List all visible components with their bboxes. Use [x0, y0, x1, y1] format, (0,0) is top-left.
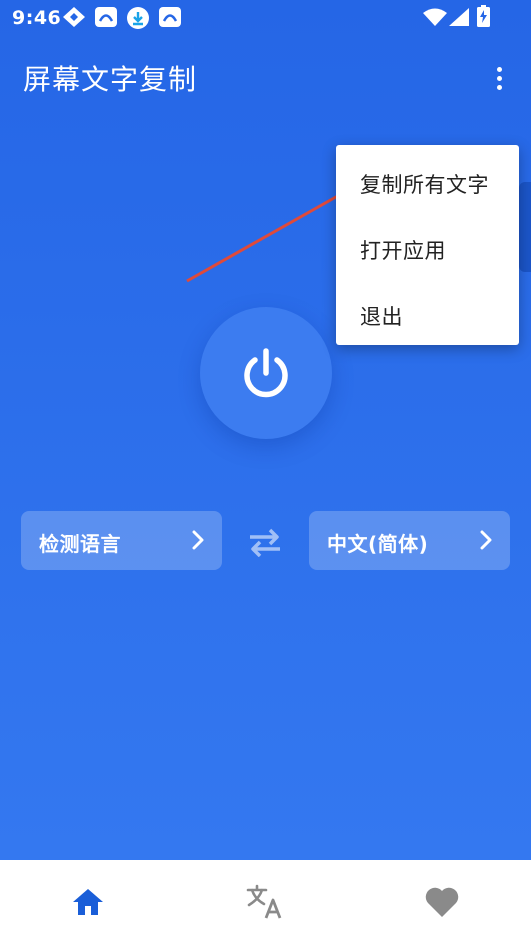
navigation-icon	[62, 6, 86, 28]
app-title: 屏幕文字复制	[23, 63, 198, 96]
menu-item-exit[interactable]: 退出	[336, 282, 519, 342]
app-notification-icon	[94, 6, 118, 28]
power-toggle-button[interactable]	[200, 307, 332, 439]
main-screen: 9:46 屏幕文字复制 检测语言 中文(简体) 复制所有文字 打开应用 退出	[0, 0, 531, 860]
download-icon	[126, 6, 150, 30]
battery-charging-icon	[477, 5, 490, 27]
heart-icon	[425, 887, 459, 917]
menu-item-label: 打开应用	[360, 239, 446, 263]
edge-handle[interactable]	[519, 182, 531, 272]
chevron-right-icon	[192, 530, 204, 554]
source-language-selector[interactable]: 检测语言	[21, 511, 222, 570]
more-vert-icon	[496, 66, 502, 72]
app-notification-icon	[158, 6, 182, 28]
nav-favorites[interactable]	[418, 880, 466, 924]
target-language-label: 中文(简体)	[327, 532, 429, 556]
nav-translate[interactable]	[241, 880, 289, 924]
status-bar: 9:46	[0, 0, 531, 36]
status-time: 9:46	[12, 7, 62, 29]
power-icon	[244, 348, 288, 398]
menu-item-open-app[interactable]: 打开应用	[336, 216, 519, 276]
menu-item-copy-all-text[interactable]: 复制所有文字	[336, 150, 519, 210]
wifi-icon	[423, 8, 447, 26]
chevron-right-icon	[480, 530, 492, 554]
swap-languages-button[interactable]	[244, 524, 286, 560]
overflow-popup-menu: 复制所有文字 打开应用 退出	[336, 145, 519, 345]
signal-icon	[449, 8, 469, 26]
menu-item-label: 退出	[360, 305, 403, 329]
swap-horiz-icon	[250, 528, 280, 557]
translate-icon	[246, 884, 282, 919]
more-options-button[interactable]	[482, 58, 516, 98]
target-language-selector[interactable]: 中文(简体)	[309, 511, 510, 570]
home-icon	[73, 889, 103, 915]
source-language-label: 检测语言	[39, 532, 121, 556]
bottom-navigation	[0, 860, 531, 944]
menu-item-label: 复制所有文字	[360, 173, 489, 197]
nav-home[interactable]	[64, 880, 112, 924]
